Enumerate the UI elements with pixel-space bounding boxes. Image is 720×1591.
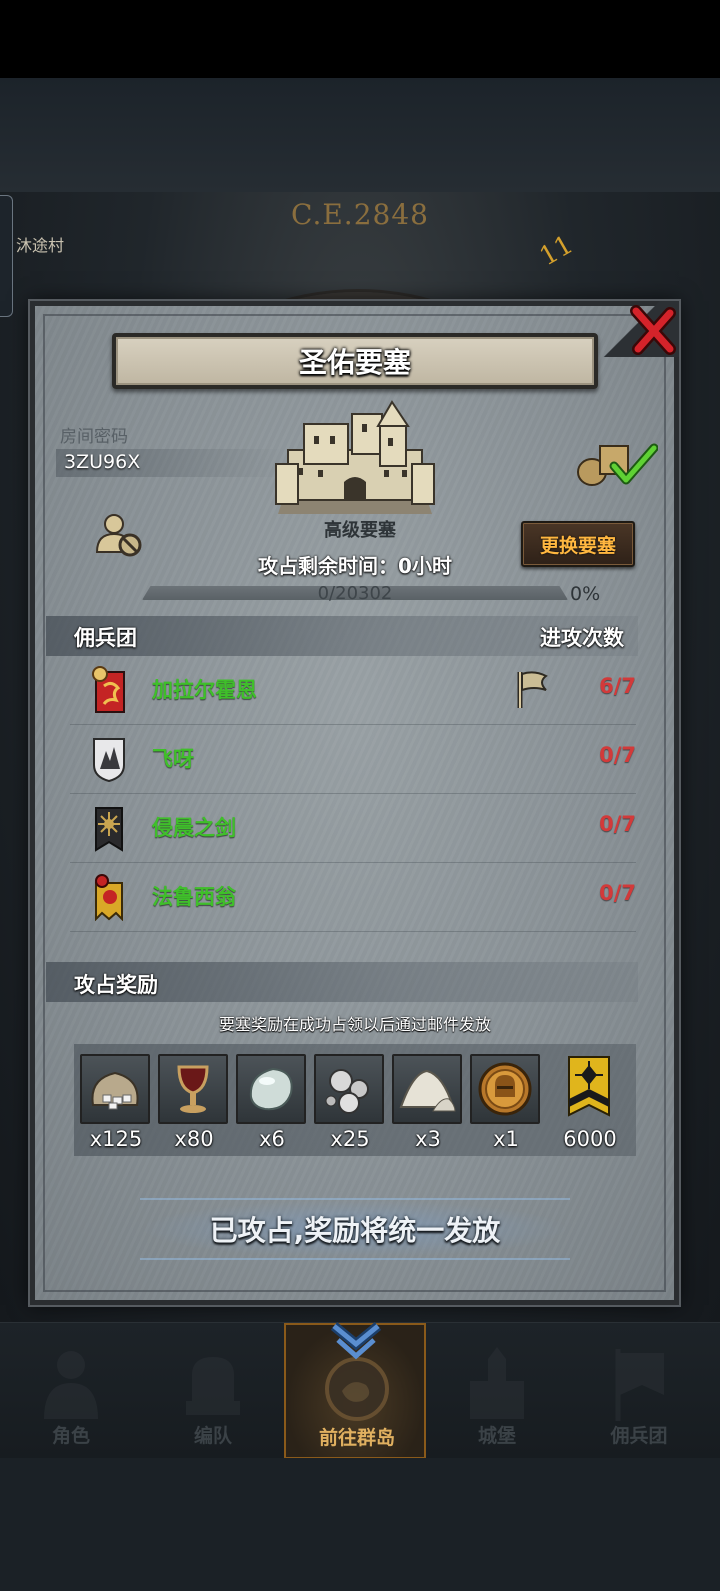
progress-value: 0/20302 — [317, 583, 393, 604]
status-bar-area — [0, 0, 720, 78]
character-icon — [44, 1351, 98, 1419]
occupied-status-banner: 已攻占,奖励将统一发放 — [140, 1198, 570, 1260]
attack-flag-icon — [517, 671, 548, 708]
mercenary-attack-count: 0/7 — [599, 743, 636, 767]
reward-item[interactable]: 6000 — [554, 1054, 626, 1151]
mercenary-row[interactable]: 加拉尔霍恩 6/7 — [70, 656, 636, 725]
progress-percent: 0% — [570, 583, 601, 605]
mercenary-name: 加拉尔霍恩 — [152, 678, 257, 702]
mercenary-attack-count: 0/7 — [599, 812, 636, 836]
reward-count: x1 — [493, 1127, 519, 1151]
nav-label: 城堡 — [477, 1425, 516, 1447]
nav-tab-formation[interactable]: 编队 — [142, 1323, 284, 1459]
reward-item[interactable]: x80 — [158, 1054, 230, 1151]
mercenary-name: 侵晨之剑 — [152, 816, 236, 840]
goblet-icon — [177, 1065, 209, 1113]
reward-count: x25 — [330, 1127, 370, 1151]
chevron-down-icon — [330, 1322, 382, 1360]
header-background — [0, 78, 720, 192]
guild-banner-icon — [568, 1056, 610, 1117]
mercenary-name: 飞呀 — [152, 747, 194, 771]
moonstone-icon — [249, 1067, 293, 1111]
village-label: 沐途村 — [16, 236, 65, 255]
reward-count: 6000 — [563, 1127, 617, 1151]
supply-confirm-icon[interactable] — [574, 440, 658, 488]
mercenary-row[interactable]: 侵晨之剑 0/7 — [70, 794, 636, 863]
fortress-title: 圣佑要塞 — [298, 346, 411, 379]
mercenary-attack-count: 6/7 — [599, 674, 636, 698]
mercenary-name: 法鲁西翁 — [152, 885, 236, 909]
nav-tab-character[interactable]: 角色 — [0, 1323, 142, 1459]
privacy-toggle-icon[interactable] — [94, 512, 144, 558]
gold-crest-banner-icon — [95, 874, 123, 921]
mercenary-header: 佣兵团 — [74, 626, 137, 650]
mercenary-attack-count: 0/7 — [599, 881, 636, 905]
reward-count: x6 — [259, 1127, 285, 1151]
powder-pile-icon — [399, 1069, 456, 1112]
reward-item[interactable]: x3 — [392, 1054, 464, 1151]
ore-sack-icon — [91, 1071, 139, 1110]
mercenary-row[interactable]: 法鲁西翁 0/7 — [70, 863, 636, 932]
nav-label: 佣兵团 — [610, 1425, 668, 1447]
close-button[interactable] — [626, 303, 680, 357]
reward-header: 攻占奖励 — [74, 973, 158, 997]
reward-item[interactable]: x25 — [314, 1054, 386, 1151]
dark-sun-banner-icon — [95, 807, 123, 852]
nav-label: 编队 — [193, 1425, 232, 1447]
mercenary-row[interactable]: 飞呀 0/7 — [70, 725, 636, 794]
change-fortress-label: 更换要塞 — [539, 534, 616, 557]
attack-count-header: 进攻次数 — [540, 626, 624, 650]
silver-pearls-icon — [325, 1069, 369, 1114]
occupied-status-text: 已攻占,奖励将统一发放 — [209, 1214, 501, 1247]
reward-item[interactable]: x6 — [236, 1054, 308, 1151]
nav-tab-mercenary[interactable]: 佣兵团 — [568, 1323, 710, 1459]
reward-item[interactable]: x125 — [80, 1054, 152, 1151]
reward-count: x125 — [89, 1127, 143, 1151]
formation-icon — [186, 1357, 240, 1415]
room-password-label: 房间密码 — [60, 427, 128, 447]
nav-label: 前往群岛 — [318, 1427, 395, 1449]
nav-label: 角色 — [51, 1425, 90, 1447]
reward-delivery-note: 要塞奖励在成功占领以后通过邮件发放 — [218, 1015, 491, 1034]
nav-tab-castle[interactable]: 城堡 — [426, 1323, 568, 1459]
reward-count: x3 — [415, 1127, 441, 1151]
red-lion-banner-icon — [92, 666, 125, 713]
fortress-castle-icon — [275, 400, 435, 514]
room-password-value[interactable]: 3ZU96X — [64, 451, 140, 473]
system-navigation-area — [0, 1458, 720, 1591]
mercenary-icon — [615, 1349, 664, 1421]
reward-count: x80 — [174, 1127, 214, 1151]
castle-icon — [470, 1347, 524, 1419]
white-shield-banner-icon — [93, 738, 125, 783]
helmet-coin-icon — [478, 1062, 532, 1116]
title-banner: 圣佑要塞 — [112, 333, 598, 389]
close-icon — [630, 305, 676, 355]
reward-item[interactable]: x1 — [470, 1054, 542, 1151]
year-display: C.E.2848 — [291, 198, 429, 231]
change-fortress-button[interactable]: 更换要塞 — [521, 521, 635, 567]
